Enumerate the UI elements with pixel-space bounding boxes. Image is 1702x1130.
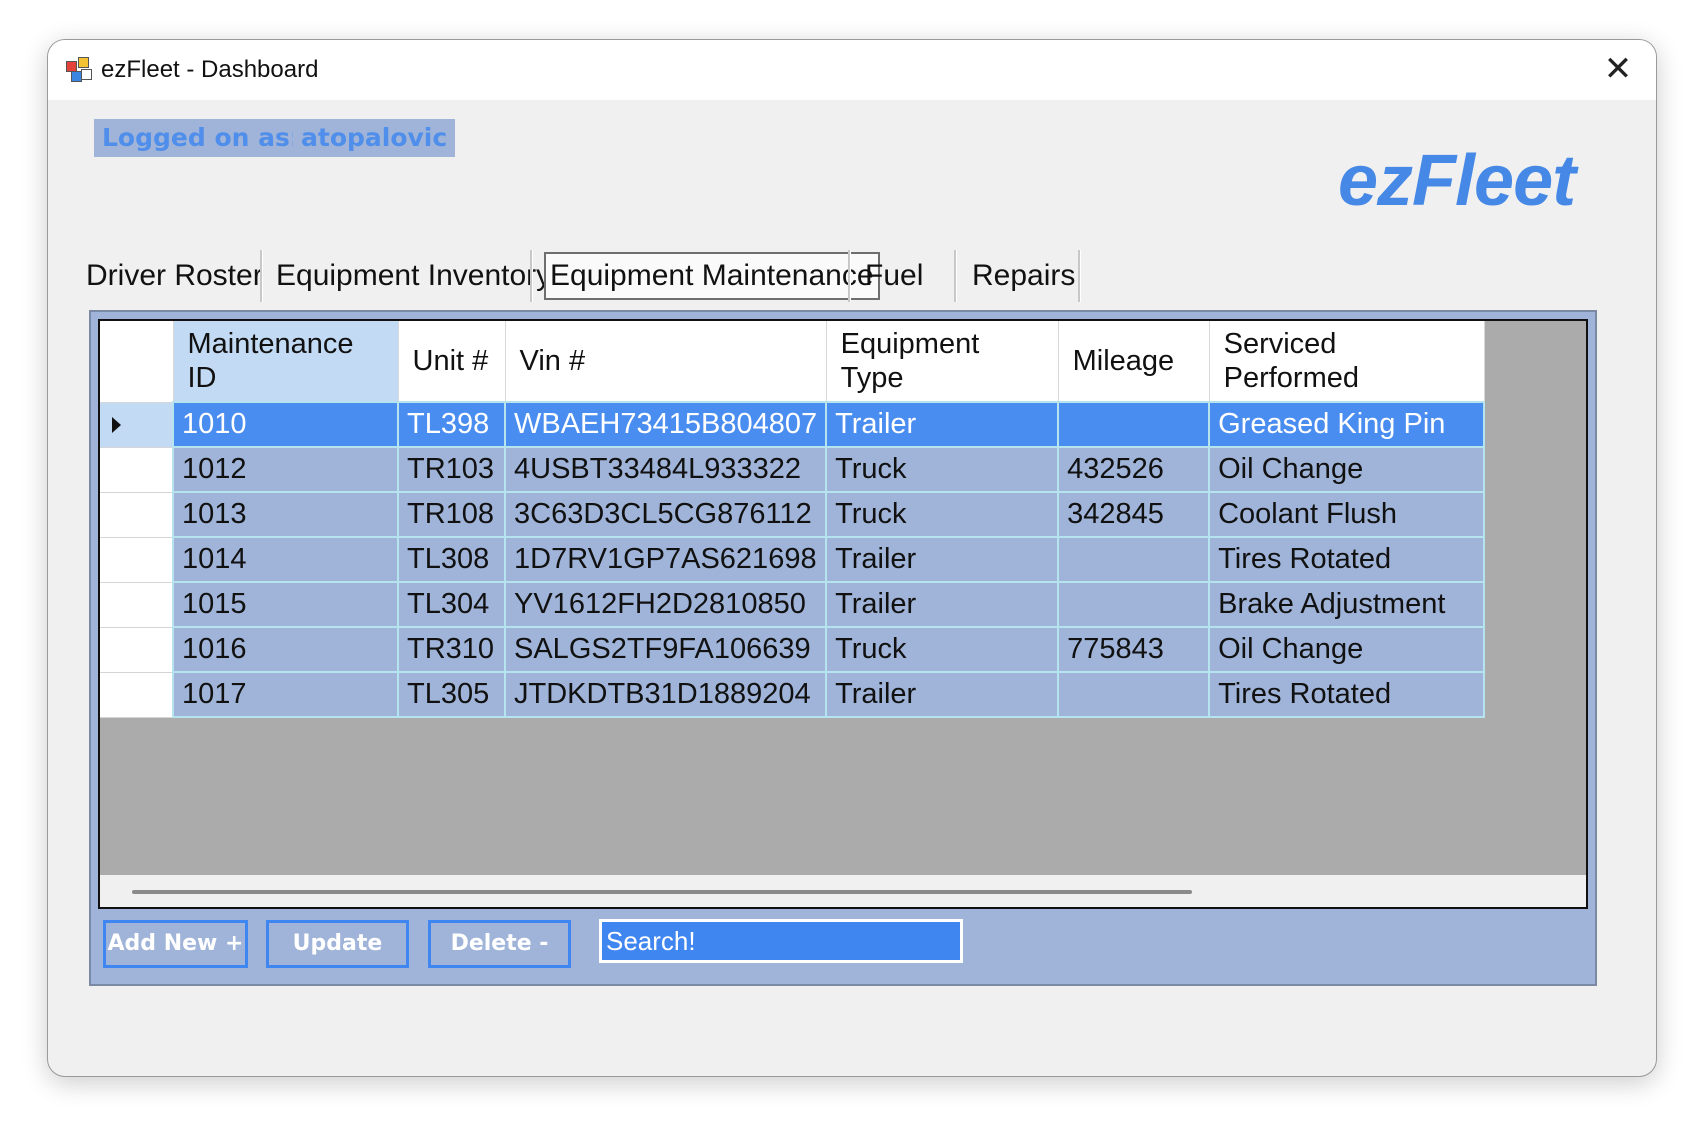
delete-button[interactable]: Delete - [428, 920, 571, 968]
cell-mileage[interactable] [1057, 536, 1211, 583]
cell-equipment-type[interactable]: Trailer [825, 581, 1060, 628]
column-header-maintenance-id[interactable]: Maintenance ID [173, 321, 399, 403]
tab-separator [530, 250, 533, 302]
window-title: ezFleet - Dashboard [101, 56, 319, 83]
cell-service[interactable]: Tires Rotated [1208, 671, 1486, 718]
cell-vin[interactable]: JTDKDTB31D1889204 [503, 671, 828, 718]
brand-logo: ezFleet [1338, 141, 1576, 221]
tab-separator [954, 250, 957, 302]
maintenance-panel: Maintenance ID Unit # Vin # Equipment Ty… [89, 310, 1597, 986]
row-header[interactable] [100, 582, 173, 628]
cell-vin[interactable]: 3C63D3CL5CG876112 [503, 491, 828, 538]
table-row[interactable]: 1017 TL305 JTDKDTB31D1889204 Trailer Tir… [100, 671, 1486, 718]
table-row[interactable]: 1016 TR310 SALGS2TF9FA106639 Truck 77584… [100, 626, 1486, 673]
horizontal-scrollbar[interactable] [100, 875, 1586, 907]
cell-mileage[interactable]: 342845 [1057, 491, 1211, 538]
row-header[interactable] [100, 492, 173, 538]
cell-unit[interactable]: TR108 [397, 491, 506, 538]
cell-service[interactable]: Oil Change [1208, 446, 1486, 493]
column-header-mileage[interactable]: Mileage [1058, 321, 1210, 403]
tab-repairs[interactable]: Repairs [972, 252, 1075, 300]
row-header-corner [100, 321, 174, 403]
cell-service[interactable]: Oil Change [1208, 626, 1486, 673]
row-header[interactable] [100, 672, 173, 718]
table-row[interactable]: 1012 TR103 4USBT33484L933322 Truck 43252… [100, 446, 1486, 493]
cell-maintenance-id[interactable]: 1010 [172, 401, 399, 448]
maintenance-grid[interactable]: Maintenance ID Unit # Vin # Equipment Ty… [98, 319, 1588, 909]
title-bar: ezFleet - Dashboard ✕ [48, 40, 1656, 100]
cell-service[interactable]: Brake Adjustment [1208, 581, 1486, 628]
cell-unit[interactable]: TL304 [397, 581, 506, 628]
cell-maintenance-id[interactable]: 1013 [172, 491, 399, 538]
tab-equipment-inventory[interactable]: Equipment Inventory [276, 252, 551, 300]
column-header-vin[interactable]: Vin # [505, 321, 827, 403]
cell-vin[interactable]: SALGS2TF9FA106639 [503, 626, 828, 673]
tab-separator [848, 250, 851, 302]
table-row[interactable]: 1010 TL398 WBAEH73415B804807 Trailer Gre… [100, 401, 1486, 448]
tab-driver-roster[interactable]: Driver Roster [86, 252, 263, 300]
cell-equipment-type[interactable]: Truck [825, 626, 1060, 673]
row-header[interactable] [100, 402, 173, 448]
add-new-button[interactable]: Add New + [103, 920, 248, 968]
cell-mileage[interactable] [1057, 581, 1211, 628]
username-label: atopalovic [293, 119, 456, 157]
cell-service[interactable]: Coolant Flush [1208, 491, 1486, 538]
logged-on-label: Logged on as: [94, 119, 308, 157]
row-header[interactable] [100, 447, 173, 493]
cell-unit[interactable]: TL398 [397, 401, 506, 448]
tab-separator [1078, 250, 1081, 302]
cell-equipment-type[interactable]: Trailer [825, 671, 1060, 718]
cell-maintenance-id[interactable]: 1014 [172, 536, 399, 583]
column-header-serviced-performed[interactable]: Serviced Performed [1209, 321, 1485, 403]
cell-maintenance-id[interactable]: 1015 [172, 581, 399, 628]
cell-mileage[interactable] [1057, 671, 1211, 718]
close-icon[interactable]: ✕ [1580, 40, 1656, 100]
cell-equipment-type[interactable]: Truck [825, 446, 1060, 493]
current-row-arrow-icon [112, 417, 121, 434]
cell-maintenance-id[interactable]: 1017 [172, 671, 399, 718]
row-header[interactable] [100, 537, 173, 583]
table-row[interactable]: 1014 TL308 1D7RV1GP7AS621698 Trailer Tir… [100, 536, 1486, 583]
cell-maintenance-id[interactable]: 1016 [172, 626, 399, 673]
table-row[interactable]: 1013 TR108 3C63D3CL5CG876112 Truck 34284… [100, 491, 1486, 538]
cell-mileage[interactable]: 432526 [1057, 446, 1211, 493]
row-header[interactable] [100, 627, 173, 673]
update-button[interactable]: Update [266, 920, 409, 968]
cell-mileage[interactable] [1057, 401, 1211, 448]
cell-service[interactable]: Greased King Pin [1208, 401, 1486, 448]
cell-maintenance-id[interactable]: 1012 [172, 446, 399, 493]
grid-header-row: Maintenance ID Unit # Vin # Equipment Ty… [100, 321, 1485, 403]
cell-unit[interactable]: TR103 [397, 446, 506, 493]
cell-unit[interactable]: TL308 [397, 536, 506, 583]
table-row[interactable]: 1015 TL304 YV1612FH2D2810850 Trailer Bra… [100, 581, 1486, 628]
app-window: ezFleet - Dashboard ✕ Logged on as: atop… [47, 39, 1657, 1077]
cell-equipment-type[interactable]: Truck [825, 491, 1060, 538]
cell-service[interactable]: Tires Rotated [1208, 536, 1486, 583]
column-header-equipment-type[interactable]: Equipment Type [826, 321, 1059, 403]
cell-vin[interactable]: 1D7RV1GP7AS621698 [503, 536, 828, 583]
cell-vin[interactable]: WBAEH73415B804807 [503, 401, 828, 448]
scrollbar-thumb[interactable] [132, 890, 1192, 894]
cell-mileage[interactable]: 775843 [1057, 626, 1211, 673]
tab-equipment-maintenance[interactable]: Equipment Maintenance [544, 252, 880, 300]
cell-vin[interactable]: YV1612FH2D2810850 [503, 581, 828, 628]
cell-unit[interactable]: TL305 [397, 671, 506, 718]
cell-equipment-type[interactable]: Trailer [825, 401, 1060, 448]
column-header-unit[interactable]: Unit # [398, 321, 506, 403]
app-icon [66, 57, 92, 83]
cell-equipment-type[interactable]: Trailer [825, 536, 1060, 583]
tab-fuel[interactable]: Fuel [865, 252, 923, 300]
cell-vin[interactable]: 4USBT33484L933322 [503, 446, 828, 493]
cell-unit[interactable]: TR310 [397, 626, 506, 673]
search-input[interactable] [599, 919, 963, 963]
tab-separator [260, 250, 263, 302]
